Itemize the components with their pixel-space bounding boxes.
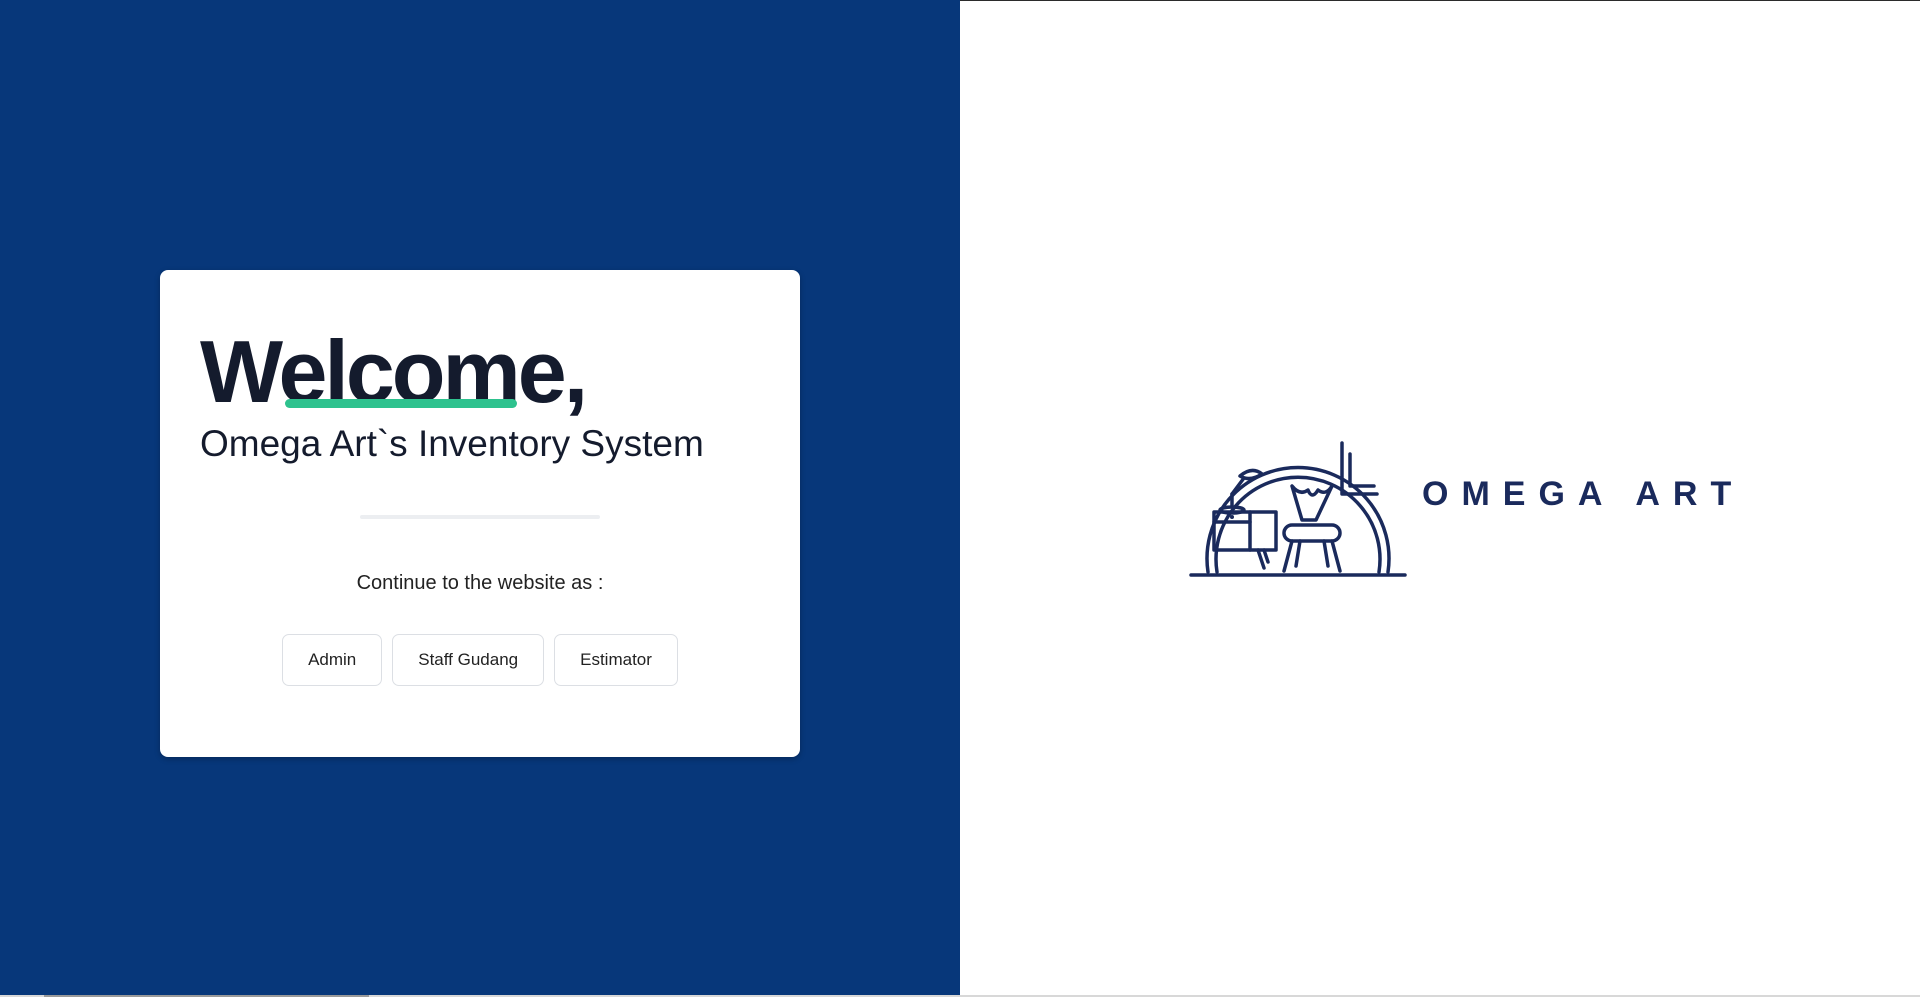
interior-furniture-icon bbox=[1188, 416, 1410, 582]
staff-gudang-button[interactable]: Staff Gudang bbox=[392, 634, 545, 686]
continue-prompt: Continue to the website as : bbox=[356, 572, 604, 594]
welcome-underline bbox=[285, 399, 517, 408]
system-title: Omega Art`s Inventory System bbox=[200, 423, 704, 464]
admin-button[interactable]: Admin bbox=[282, 634, 383, 686]
left-panel: Welcome, Omega Art`s Inventory System Co… bbox=[0, 0, 960, 997]
right-panel: OMEGA ART bbox=[960, 0, 1920, 997]
welcome-card: Welcome, Omega Art`s Inventory System Co… bbox=[160, 270, 800, 757]
role-buttons: Admin Staff Gudang Estimator bbox=[160, 634, 800, 686]
brand-logo: OMEGA ART bbox=[1188, 416, 1744, 582]
brand-name: OMEGA ART bbox=[1422, 474, 1745, 513]
estimator-button[interactable]: Estimator bbox=[554, 634, 678, 686]
divider bbox=[360, 515, 600, 519]
page: Welcome, Omega Art`s Inventory System Co… bbox=[0, 0, 1920, 997]
